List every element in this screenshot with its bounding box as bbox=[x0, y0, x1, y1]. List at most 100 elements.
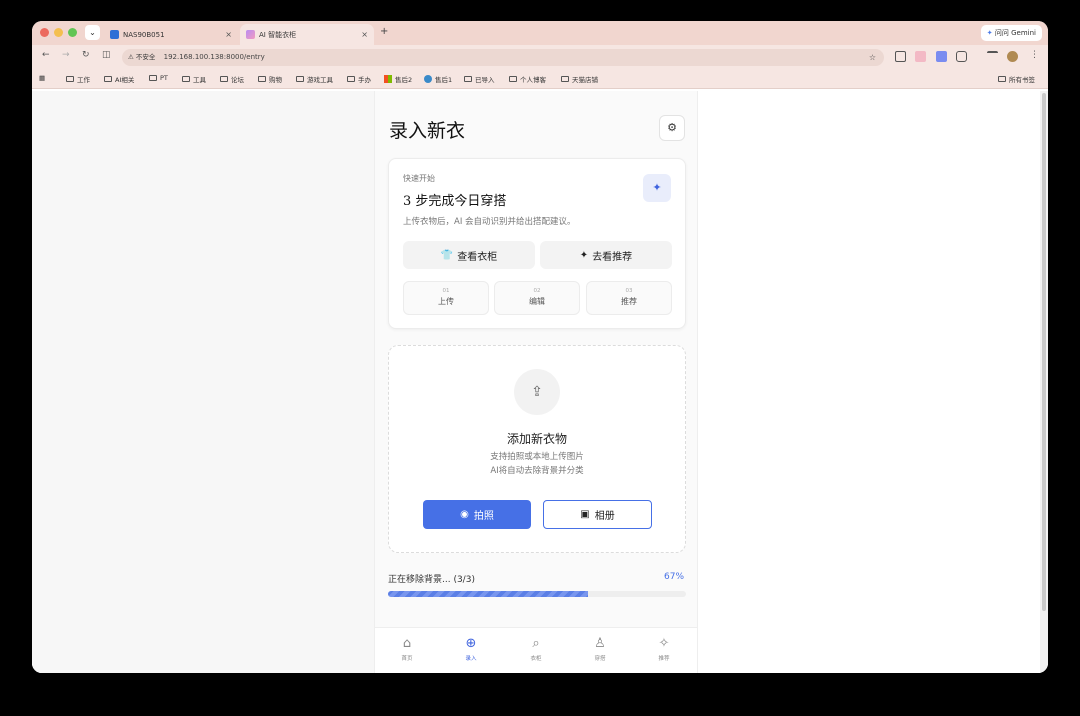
reload-icon[interactable]: ↻ bbox=[82, 50, 90, 60]
bookmark-folder[interactable]: 个人博客 bbox=[509, 74, 546, 84]
browser-menu-icon[interactable]: ⋮ bbox=[1030, 50, 1039, 60]
step-number: 03 bbox=[625, 288, 633, 294]
apps-grid-icon[interactable]: ▦ bbox=[39, 74, 45, 82]
upload-icon: ⇪ bbox=[514, 369, 560, 415]
bookmark-item[interactable]: 售后2 bbox=[384, 74, 412, 84]
all-bookmarks-folder[interactable]: 所有书签 bbox=[998, 74, 1035, 84]
tab-search-icon[interactable]: ⌄ bbox=[85, 25, 100, 40]
bookmark-label: 工具 bbox=[193, 76, 206, 84]
plus-circle-icon: ⊕ bbox=[465, 636, 477, 651]
bookmark-folder[interactable]: 购物 bbox=[258, 74, 282, 84]
step-upload[interactable]: 01 上传 bbox=[403, 281, 489, 315]
nav-recommend[interactable]: ✧ 推荐 bbox=[644, 636, 684, 662]
album-button[interactable]: ▣ 相册 bbox=[543, 500, 652, 529]
bookmark-folder[interactable]: 工具 bbox=[182, 74, 206, 84]
app-favicon-icon bbox=[246, 30, 255, 39]
camera-button[interactable]: ◉ 拍照 bbox=[423, 500, 531, 529]
bookmark-item[interactable]: 售后1 bbox=[424, 74, 452, 84]
microsoft-icon bbox=[384, 75, 392, 83]
bookmark-folder[interactable]: 游戏工具 bbox=[296, 74, 333, 84]
security-warning[interactable]: ⚠ 不安全 bbox=[128, 53, 155, 61]
minimize-window-button[interactable] bbox=[54, 28, 63, 37]
tab-title: AI 智能衣柜 bbox=[259, 30, 297, 39]
image-icon: ▣ bbox=[580, 509, 590, 520]
extensions-puzzle-icon[interactable] bbox=[956, 51, 967, 62]
shirt-icon: 👕 bbox=[440, 249, 454, 261]
nav-label: 衣柜 bbox=[530, 656, 542, 662]
quickstart-card: 快速开始 3 步完成今日穿搭 上传衣物后，AI 会自动识别并给出搭配建议。 ✦ … bbox=[388, 158, 686, 329]
tab-nas[interactable]: NAS90B051 × bbox=[104, 24, 238, 45]
bookmark-folder[interactable]: 天猫店铺 bbox=[561, 74, 598, 84]
view-recommend-button[interactable]: ✦ 去看推荐 bbox=[540, 241, 672, 269]
scrollbar-thumb[interactable] bbox=[1042, 93, 1046, 611]
title-bar: ⌄ NAS90B051 × AI 智能衣柜 × + ✦ 问问 Gemini bbox=[32, 21, 1048, 45]
back-icon[interactable]: ← bbox=[42, 50, 50, 60]
step-label: 上传 bbox=[438, 297, 454, 306]
reading-list-icon[interactable] bbox=[987, 51, 998, 62]
quickstart-kicker: 快速开始 bbox=[403, 174, 435, 183]
close-tab-icon[interactable]: × bbox=[361, 30, 368, 39]
progress-status: 正在移除背景... (3/3) bbox=[388, 575, 475, 585]
folder-icon bbox=[347, 76, 355, 82]
close-tab-icon[interactable]: × bbox=[225, 30, 232, 39]
bookmark-folder[interactable]: PT bbox=[149, 74, 168, 82]
folder-icon bbox=[258, 76, 266, 82]
bookmark-star-icon[interactable]: ☆ bbox=[869, 49, 876, 66]
nav-entry[interactable]: ⊕ 录入 bbox=[451, 636, 491, 662]
folder-icon bbox=[998, 76, 1006, 82]
extension-icon[interactable] bbox=[895, 51, 906, 62]
nav-outfit[interactable]: ♙ 穿搭 bbox=[580, 636, 620, 662]
view-wardrobe-button[interactable]: 👕 查看衣柜 bbox=[403, 241, 535, 269]
magic-button[interactable]: ✦ bbox=[643, 174, 671, 202]
address-bar[interactable]: ⚠ 不安全 192.168.100.138:8000/entry ☆ bbox=[122, 49, 884, 66]
folder-icon bbox=[464, 76, 472, 82]
step-number: 02 bbox=[533, 288, 541, 294]
new-tab-icon[interactable]: + bbox=[380, 26, 388, 37]
bottom-nav: ⌂ 首页 ⊕ 录入 ⌕ 衣柜 ♙ 穿搭 ✧ 推荐 bbox=[375, 627, 697, 673]
progress-fill bbox=[388, 591, 588, 597]
upload-title: 添加新衣物 bbox=[506, 432, 567, 446]
folder-icon bbox=[509, 76, 517, 82]
folder-icon bbox=[561, 76, 569, 82]
bookmark-label: 手办 bbox=[358, 76, 371, 84]
site-icon bbox=[424, 75, 432, 83]
view-recommend-label: 去看推荐 bbox=[592, 251, 633, 263]
settings-button[interactable]: ⚙ bbox=[659, 115, 685, 141]
browser-window: ⌄ NAS90B051 × AI 智能衣柜 × + ✦ 问问 Gemini ← … bbox=[32, 21, 1048, 673]
bookmark-folder[interactable]: 论坛 bbox=[220, 74, 244, 84]
nav-wardrobe[interactable]: ⌕ 衣柜 bbox=[516, 636, 556, 662]
bookmark-folder[interactable]: 已导入 bbox=[464, 74, 495, 84]
app-container: 录入新衣 ⚙ 快速开始 3 步完成今日穿搭 上传衣物后，AI 会自动识别并给出搭… bbox=[374, 91, 698, 673]
sparkle-icon: ✦ bbox=[652, 181, 662, 194]
forward-icon[interactable]: → bbox=[62, 50, 70, 60]
nav-label: 录入 bbox=[465, 656, 477, 662]
close-window-button[interactable] bbox=[40, 28, 49, 37]
page-title: 录入新衣 bbox=[389, 120, 466, 142]
bookmark-folder[interactable]: 工作 bbox=[66, 74, 90, 84]
upload-dropzone[interactable]: ⇪ 添加新衣物 支持拍照或本地上传图片 AI将自动去除背景并分类 ◉ 拍照 ▣ … bbox=[388, 345, 686, 553]
sparkle-icon: ✦ bbox=[579, 249, 589, 261]
step-edit[interactable]: 02 编辑 bbox=[494, 281, 580, 315]
tab-wardrobe[interactable]: AI 智能衣柜 × bbox=[240, 24, 374, 45]
folder-icon bbox=[66, 76, 74, 82]
home-icon: ⌂ bbox=[402, 636, 412, 651]
gemini-button[interactable]: ✦ 问问 Gemini bbox=[980, 25, 1042, 41]
folder-icon bbox=[296, 76, 304, 82]
bookmark-label: 个人博客 bbox=[520, 76, 546, 84]
step-label: 编辑 bbox=[529, 297, 545, 306]
nav-home[interactable]: ⌂ 首页 bbox=[387, 636, 427, 662]
profile-avatar[interactable] bbox=[1007, 51, 1018, 62]
upload-desc-2: AI将自动去除背景并分类 bbox=[490, 466, 584, 476]
bookmark-label: 已导入 bbox=[475, 76, 495, 84]
step-recommend[interactable]: 03 推荐 bbox=[586, 281, 672, 315]
bookmark-folder[interactable]: 手办 bbox=[347, 74, 371, 84]
extension-icon[interactable] bbox=[915, 51, 926, 62]
url-text: 192.168.100.138:8000/entry bbox=[163, 53, 265, 61]
nav-label: 首页 bbox=[401, 656, 413, 662]
bookmark-folder[interactable]: AI相关 bbox=[104, 74, 134, 84]
scrollbar[interactable] bbox=[1040, 91, 1048, 673]
folder-icon bbox=[182, 76, 190, 82]
extension-icon[interactable] bbox=[936, 51, 947, 62]
maximize-window-button[interactable] bbox=[68, 28, 77, 37]
sidebar-icon[interactable]: ◫ bbox=[102, 50, 111, 60]
